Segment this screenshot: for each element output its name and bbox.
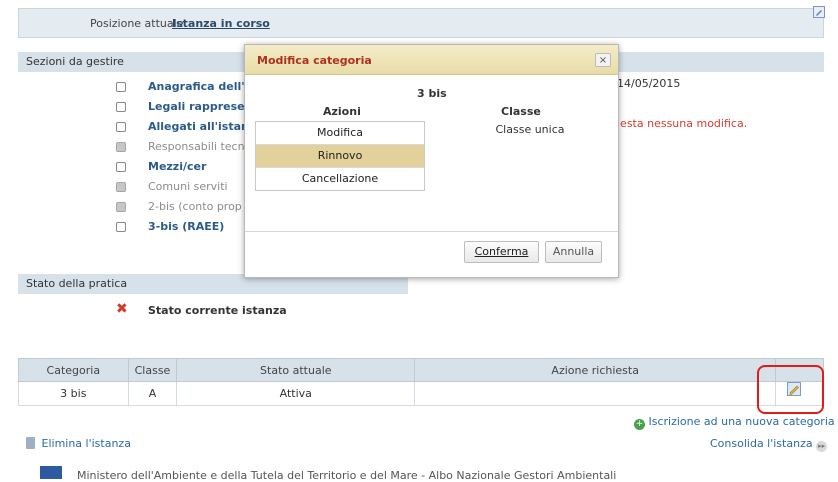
section-label: Comuni serviti [148, 180, 228, 193]
section-checkbox[interactable] [116, 122, 126, 132]
azioni-header: Azioni [323, 105, 361, 118]
section-checkbox[interactable] [116, 102, 126, 112]
section-message: iesta nessuna modifica. [617, 117, 748, 130]
edit-category-dialog: Modifica categoria × 3 bis Azioni Classe… [244, 44, 619, 278]
add-icon: + [634, 419, 645, 430]
dialog-divider [245, 231, 618, 232]
section-checkbox-disabled [116, 182, 126, 192]
section-checkbox[interactable] [116, 162, 126, 172]
section-date: 14/05/2015 [617, 77, 681, 90]
cell-categoria: 3 bis [18, 381, 129, 406]
section-label: Responsabili tecni [148, 140, 248, 153]
section-item-comuni: Comuni serviti [116, 177, 256, 197]
consolidate-link[interactable]: Consolida l'istanza ▸▸ [710, 437, 828, 452]
col-header-classe: Classe [127, 358, 178, 382]
confirm-button[interactable]: Conferma [464, 241, 539, 263]
azione-option-cancellazione[interactable]: Cancellazione [256, 168, 424, 190]
azione-option-rinnovo[interactable]: Rinnovo [256, 145, 424, 168]
section-label[interactable]: Legali rappreser [148, 97, 250, 117]
section-item-3bis[interactable]: 3-bis (RAEE) [116, 217, 256, 237]
sections-list: Anagrafica dell'i Legali rappreser Alleg… [116, 77, 256, 237]
delete-instance-label[interactable]: Elimina l'istanza [42, 437, 131, 450]
section-item-2bis: 2-bis (conto prop [116, 197, 256, 217]
consolidate-label[interactable]: Consolida l'istanza [710, 437, 813, 450]
cell-classe: A [127, 381, 178, 406]
cell-stato: Attiva [176, 381, 416, 406]
error-x-icon: ✖ [116, 301, 128, 317]
section-item-allegati[interactable]: Allegati all'istanz [116, 117, 256, 137]
col-header-stato: Stato attuale [176, 358, 416, 382]
section-item-anagrafica[interactable]: Anagrafica dell'i [116, 77, 256, 97]
highlight-box [757, 365, 824, 414]
table-row: 3 bis A Attiva [18, 381, 824, 406]
section-label[interactable]: 3-bis (RAEE) [148, 217, 224, 237]
section-checkbox-disabled [116, 142, 126, 152]
classe-header: Classe [501, 105, 541, 118]
trash-icon [26, 437, 35, 449]
new-category-link[interactable]: + Iscrizione ad una nuova categoria [634, 415, 835, 430]
delete-instance-link[interactable]: Elimina l'istanza [26, 437, 131, 450]
section-label[interactable]: Allegati all'istanz [148, 117, 255, 137]
azioni-list: Modifica Rinnovo Cancellazione [255, 121, 425, 191]
section-label: 2-bis (conto prop [148, 200, 242, 213]
section-checkbox-disabled [116, 202, 126, 212]
classe-value: Classe unica [495, 123, 565, 136]
section-item-legali[interactable]: Legali rappreser [116, 97, 256, 117]
cancel-button[interactable]: Annulla [545, 241, 602, 263]
section-checkbox[interactable] [116, 82, 126, 92]
dialog-title: Modifica categoria [257, 54, 372, 67]
cell-azione [414, 381, 777, 406]
section-label[interactable]: Anagrafica dell'i [148, 77, 248, 97]
new-category-label[interactable]: Iscrizione ad una nuova categoria [649, 415, 835, 428]
col-header-categoria: Categoria [18, 358, 129, 382]
section-item-responsabili: Responsabili tecni [116, 137, 256, 157]
category-table: Categoria Classe Stato attuale Azione ri… [18, 358, 824, 406]
position-label: Posizione attuale [90, 17, 184, 30]
stato-text: Stato corrente istanza [148, 304, 287, 317]
col-header-azione: Azione richiesta [414, 358, 777, 382]
section-label[interactable]: Mezzi/cer [148, 157, 206, 177]
azione-option-modifica[interactable]: Modifica [256, 122, 424, 145]
section-checkbox[interactable] [116, 222, 126, 232]
edit-note-icon[interactable] [813, 6, 825, 18]
dialog-heading: 3 bis [417, 87, 447, 100]
position-value-link[interactable]: Istanza in corso [172, 17, 270, 30]
section-item-mezzi[interactable]: Mezzi/cer [116, 157, 256, 177]
forward-icon: ▸▸ [816, 441, 828, 452]
ministry-logo-icon [40, 466, 62, 479]
footer-text: Ministero dell'Ambiente e della Tutela d… [77, 469, 617, 482]
close-icon[interactable]: × [595, 53, 611, 67]
